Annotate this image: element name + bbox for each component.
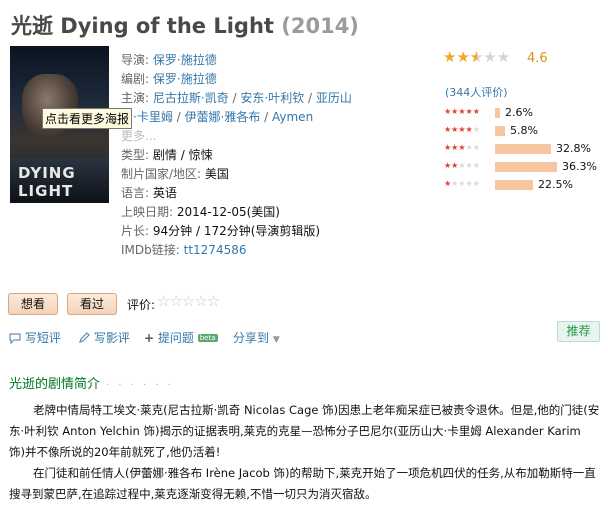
summary-paragraph: 老牌中情局特工埃文·莱克(尼古拉斯·凯奇 Nicolas Cage 饰)因患上老… xyxy=(9,403,600,459)
movie-info: 导演: 保罗·施拉德 编剧: 保罗·施拉德 主演: 尼古拉斯·凯奇 / 安东·叶… xyxy=(121,53,352,257)
movie-title: 光逝 Dying of the Light xyxy=(11,14,274,38)
page-title: 光逝 Dying of the Light (2014) xyxy=(11,10,359,40)
release-value: 2014-12-05(美国) xyxy=(176,205,280,219)
rating-stars: ★★★★★★ xyxy=(443,48,511,66)
share-action[interactable]: 分享到 ▼ xyxy=(233,329,280,346)
cast-more-link[interactable]: 更多... xyxy=(121,129,156,143)
rating-bar-fill xyxy=(495,144,551,154)
poster-tooltip: 点击看更多海报 xyxy=(42,108,133,129)
rating-bar-stars: ★★★★★ xyxy=(444,125,480,134)
cast-label: 主演 xyxy=(121,91,146,105)
writer-label: 编剧 xyxy=(121,72,146,86)
director-link[interactable]: 保罗·施拉德 xyxy=(153,53,217,67)
rating-bar-fill xyxy=(495,180,533,190)
rating-bar-fill xyxy=(495,126,505,136)
rating-score: 4.6 xyxy=(527,51,548,66)
ask-question-link[interactable]: 提问题 xyxy=(158,331,194,345)
poster-title-text: DYING LIGHT xyxy=(18,164,76,200)
watched-button[interactable]: 看过 xyxy=(67,293,117,315)
beta-badge: beta xyxy=(197,334,218,342)
rating-bar-fill xyxy=(495,108,500,118)
summary-text: 老牌中情局特工埃文·莱克(尼古拉斯·凯奇 Nicolas Cage 饰)因患上老… xyxy=(9,400,600,505)
genre-label: 类型 xyxy=(121,148,146,162)
rating-bar-stars: ★★★★★ xyxy=(444,107,480,116)
cast-link[interactable]: 安东·叶利钦 xyxy=(240,91,304,105)
movie-year: (2014) xyxy=(281,14,359,38)
write-short-review-link[interactable]: 写短评 xyxy=(25,331,61,345)
rating-bar-stars: ★★★★★ xyxy=(444,161,480,170)
rating-count-link[interactable]: (344人评价) xyxy=(445,84,508,100)
summary-dots: · · · · · · xyxy=(106,380,174,391)
writer-link[interactable]: 保罗·施拉德 xyxy=(153,72,217,86)
country-label: 制片国家/地区 xyxy=(121,167,198,181)
genre-value: 剧情 xyxy=(152,148,177,162)
release-label: 上映日期 xyxy=(121,205,170,219)
write-review-link[interactable]: 写影评 xyxy=(94,331,130,345)
summary-title: 光逝的剧情简介 xyxy=(9,377,101,392)
rating-bar-stars: ★★★★★ xyxy=(444,179,480,188)
recommend-button[interactable]: 推荐 xyxy=(557,321,600,342)
cast-link[interactable]: 伊蕾娜·雅各布 xyxy=(185,110,261,124)
rating-bar-stars: ★★★★★ xyxy=(444,143,480,152)
language-value: 英语 xyxy=(152,186,177,200)
imdb-label: IMDb链接 xyxy=(121,243,176,257)
pencil-icon xyxy=(78,331,94,345)
rate-label: 评价: xyxy=(127,298,156,312)
runtime-label: 片长 xyxy=(121,224,146,238)
genre-value: 惊悚 xyxy=(188,148,213,162)
chevron-down-icon: ▼ xyxy=(272,335,280,345)
rating-bar-percent: 5.8% xyxy=(510,124,538,137)
country-value: 美国 xyxy=(204,167,229,181)
rating-bar-fill xyxy=(495,162,557,172)
rating-bar-percent: 22.5% xyxy=(538,178,573,191)
want-to-watch-button[interactable]: 想看 xyxy=(8,293,58,315)
write-short-review-action[interactable]: 写短评 xyxy=(9,329,61,346)
imdb-link[interactable]: tt1274586 xyxy=(184,243,247,257)
rating-bar-percent: 32.8% xyxy=(556,142,591,155)
write-review-action[interactable]: 写影评 xyxy=(78,329,130,346)
plus-icon: + xyxy=(144,331,155,345)
summary-heading: 光逝的剧情简介 · · · · · · xyxy=(9,373,174,392)
speech-bubble-icon xyxy=(9,331,25,345)
runtime-value: 94分钟 / 172分钟(导演剪辑版) xyxy=(152,224,321,238)
share-link[interactable]: 分享到 xyxy=(233,331,269,345)
rate-stars-input[interactable]: ☆☆☆☆☆ xyxy=(157,292,220,310)
director-label: 导演 xyxy=(121,53,146,67)
ask-question-action[interactable]: + 提问题 beta xyxy=(144,329,218,346)
rating-bar-percent: 2.6% xyxy=(505,106,533,119)
rating-bar-percent: 36.3% xyxy=(562,160,597,173)
cast-link[interactable]: 尼古拉斯·凯奇 xyxy=(153,91,229,105)
summary-paragraph: 在门徒和前任情人(伊蕾娜·雅各布 Irène Jacob 饰)的帮助下,莱克开始… xyxy=(9,466,596,501)
language-label: 语言 xyxy=(121,186,146,200)
